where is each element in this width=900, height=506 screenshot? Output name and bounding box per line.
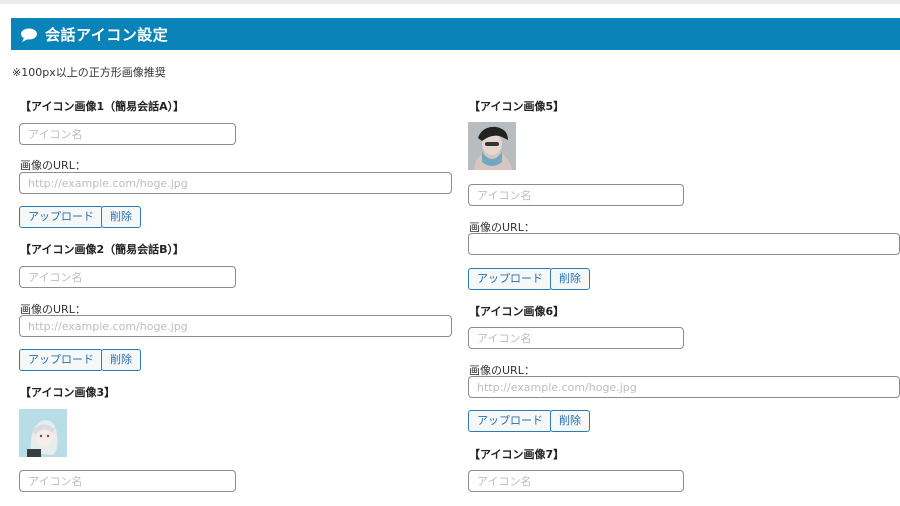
recommendation-note: ※100px以上の正方形画像推奨 xyxy=(12,66,166,79)
icon5-url-input[interactable] xyxy=(468,233,900,255)
icon5-name-input[interactable] xyxy=(468,184,684,206)
icon2-name-input[interactable] xyxy=(19,266,236,288)
icon3-label: 【アイコン画像3】 xyxy=(20,386,116,399)
icon6-upload-button[interactable]: アップロード xyxy=(468,410,552,432)
icon2-label: 【アイコン画像2（簡易会話B）】 xyxy=(20,243,184,256)
icon5-label: 【アイコン画像5】 xyxy=(469,100,565,113)
icon3-image xyxy=(19,409,67,457)
speech-bubble-icon xyxy=(20,27,38,42)
icon1-upload-button[interactable]: アップロード xyxy=(19,206,103,228)
icon7-label: 【アイコン画像7】 xyxy=(469,448,565,461)
icon1-name-input[interactable] xyxy=(19,123,236,145)
icon2-delete-button[interactable]: 削除 xyxy=(101,349,141,371)
icon2-url-input[interactable] xyxy=(19,315,452,337)
icon6-label: 【アイコン画像6】 xyxy=(469,305,565,318)
icon5-image xyxy=(468,122,516,170)
icon6-url-input[interactable] xyxy=(468,376,900,398)
section-header: 会話アイコン設定 xyxy=(11,18,900,50)
icon5-upload-button[interactable]: アップロード xyxy=(468,268,552,290)
icon2-upload-button[interactable]: アップロード xyxy=(19,349,103,371)
top-bar xyxy=(0,0,900,4)
icon5-delete-button[interactable]: 削除 xyxy=(550,268,590,290)
icon3-name-input[interactable] xyxy=(19,470,236,492)
icon1-url-input[interactable] xyxy=(19,172,452,194)
icon1-delete-button[interactable]: 削除 xyxy=(101,206,141,228)
section-title: 会話アイコン設定 xyxy=(45,25,169,44)
icon1-url-label: 画像のURL： xyxy=(20,159,86,172)
icon6-name-input[interactable] xyxy=(468,327,684,349)
icon7-name-input[interactable] xyxy=(468,470,684,492)
icon1-label: 【アイコン画像1（簡易会話A）】 xyxy=(20,100,185,113)
icon6-delete-button[interactable]: 削除 xyxy=(550,410,590,432)
